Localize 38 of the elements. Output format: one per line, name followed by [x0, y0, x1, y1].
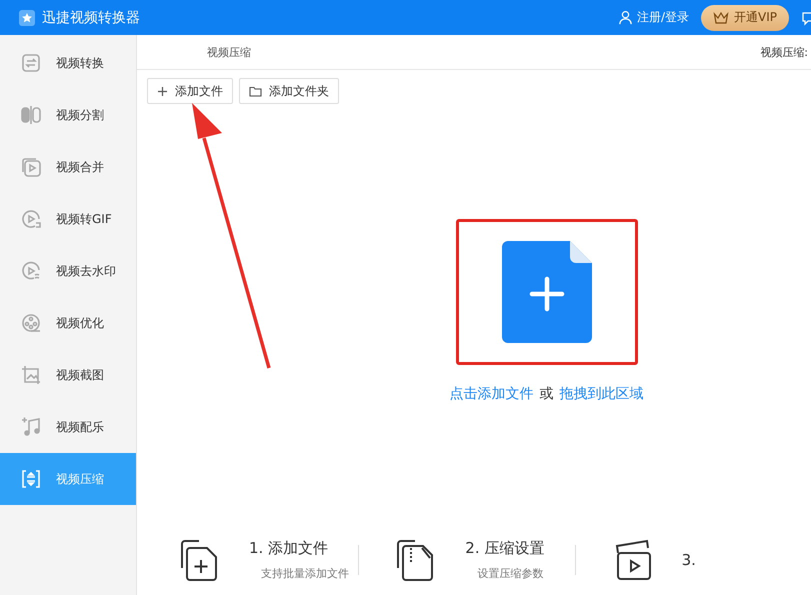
sidebar-item[interactable]: 视频去水印: [0, 245, 136, 297]
add-folder-button[interactable]: 添加文件夹: [239, 78, 339, 104]
video-tool-icon: [20, 52, 42, 74]
or-text: 或: [540, 385, 554, 403]
step-description: 支持批量添加文件: [260, 566, 349, 581]
sidebar-item[interactable]: 视频优化: [0, 297, 136, 349]
sidebar-item[interactable]: 视频合并: [0, 141, 136, 193]
sidebar-item[interactable]: 视频分割: [0, 89, 136, 141]
add-file-icon[interactable]: [502, 241, 592, 343]
app-logo-icon: [18, 8, 36, 26]
drag-here-link[interactable]: 拖拽到此区域: [560, 385, 644, 403]
step-title: 1. 添加文件: [249, 539, 330, 558]
step-title: 3.: [682, 551, 696, 569]
breadcrumb: 视频压缩: [207, 44, 251, 60]
video-tool-icon: [20, 312, 42, 334]
folder-icon: [249, 86, 262, 96]
add-file-button[interactable]: 添加文件: [147, 78, 233, 104]
step-title: 2. 压缩设置: [465, 539, 544, 558]
video-tool-icon: [20, 104, 42, 126]
video-tool-icon: [20, 416, 42, 438]
window-title: 迅捷视频转换器: [42, 8, 140, 26]
sidebar-item[interactable]: 视频截图: [0, 349, 136, 401]
video-tool-icon: [20, 468, 42, 490]
video-tool-icon: [20, 208, 42, 230]
video-tool-icon: [20, 156, 42, 178]
user-icon: [618, 10, 633, 25]
step-description: 设置压缩参数: [476, 566, 544, 581]
plus-icon: [157, 86, 168, 96]
video-tool-icon: [20, 364, 42, 386]
login-button[interactable]: 注册/登录: [618, 9, 690, 26]
vip-button[interactable]: 开通VIP: [701, 4, 789, 30]
sidebar-item[interactable]: 视频配乐: [0, 401, 136, 453]
click-add-file-link[interactable]: 点击添加文件: [450, 385, 534, 403]
crown-icon: [713, 10, 730, 24]
sidebar-item[interactable]: 视频转GIF: [0, 193, 136, 245]
compress-label: 视频压缩:: [760, 44, 808, 60]
video-tool-icon: [20, 260, 42, 282]
sidebar-item[interactable]: 视频转换: [0, 37, 136, 89]
